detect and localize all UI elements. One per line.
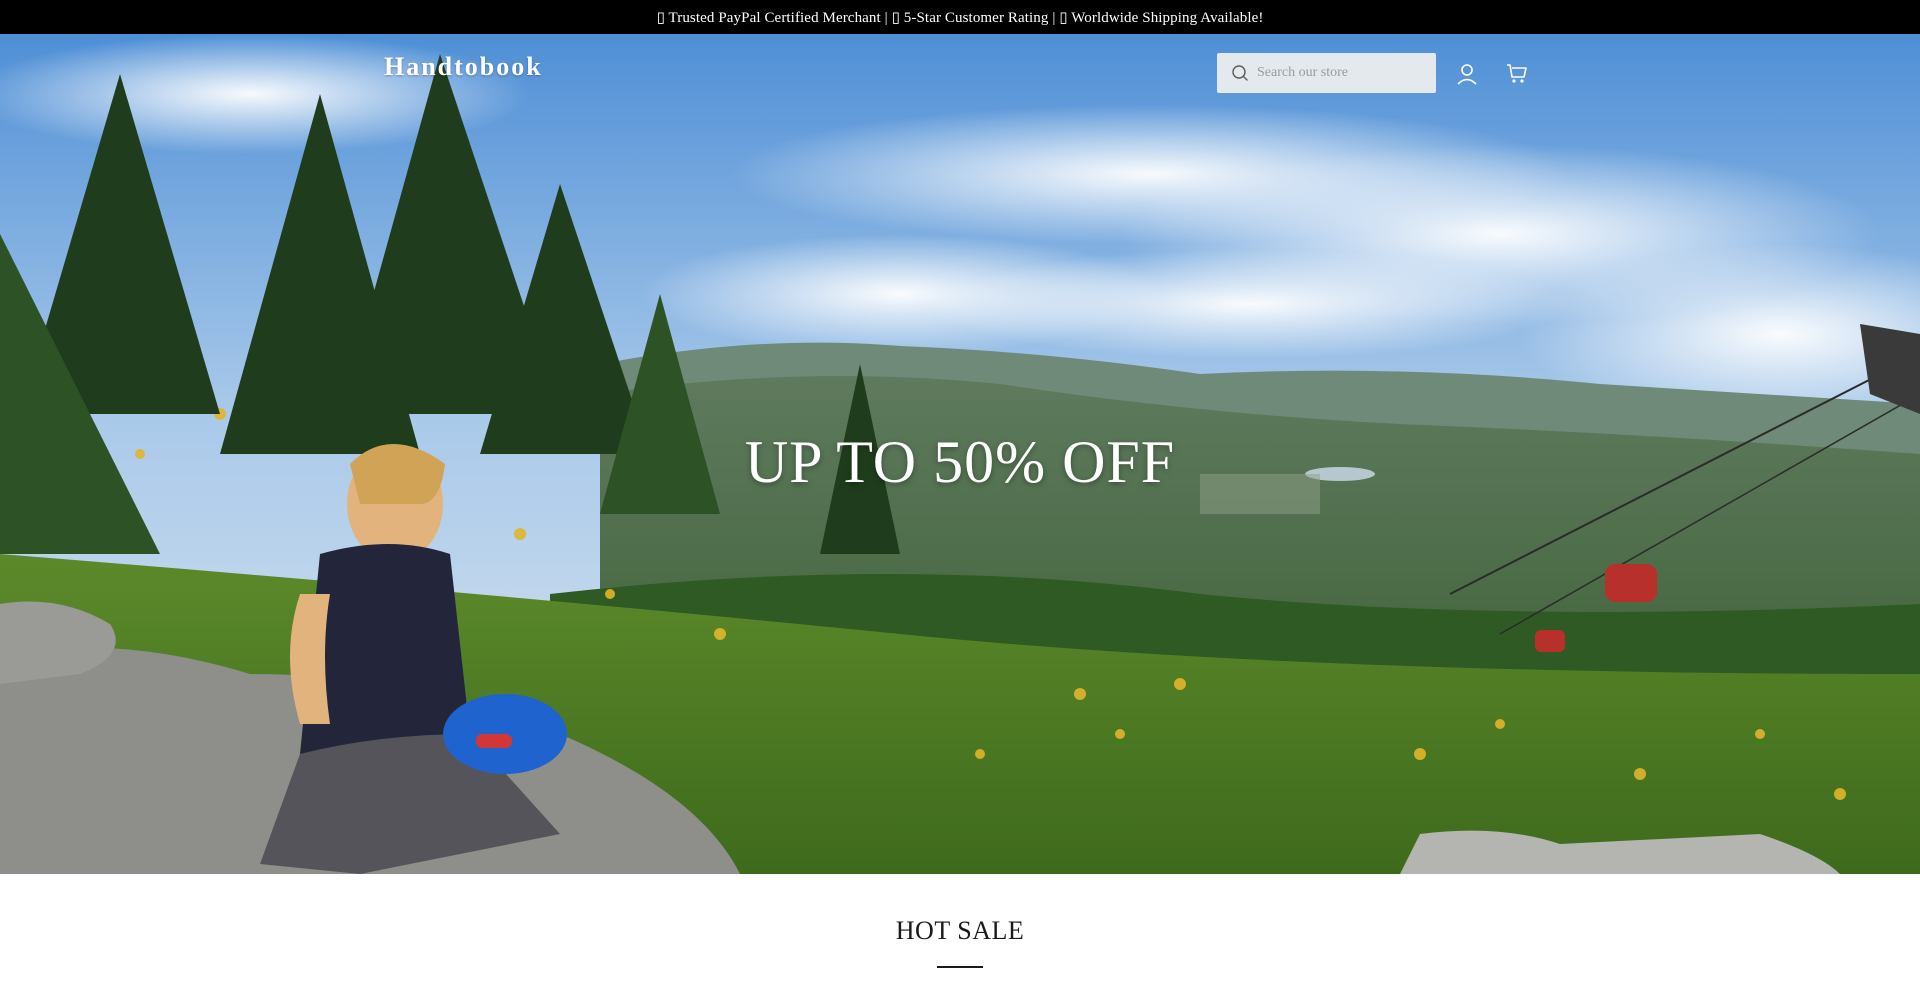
announcement-text: ▯ Trusted PayPal Certified Merchant | ▯ …	[656, 9, 1264, 26]
announcement-bar: ▯ Trusted PayPal Certified Merchant | ▯ …	[0, 0, 1920, 34]
section-divider	[937, 966, 983, 968]
hot-sale-title: HOT SALE	[895, 916, 1025, 945]
account-icon[interactable]	[1454, 61, 1480, 87]
search-icon[interactable]	[1223, 53, 1257, 93]
search-bar[interactable]	[1217, 53, 1436, 93]
hero-banner[interactable]: UP TO 50% OFF	[0, 34, 1920, 874]
store-logo[interactable]: Handtobook	[384, 52, 543, 82]
hero-title: UP TO 50% OFF	[744, 429, 1176, 495]
site-header: Handtobook	[0, 34, 1920, 104]
search-input[interactable]	[1257, 53, 1427, 93]
cart-icon[interactable]	[1504, 61, 1530, 87]
